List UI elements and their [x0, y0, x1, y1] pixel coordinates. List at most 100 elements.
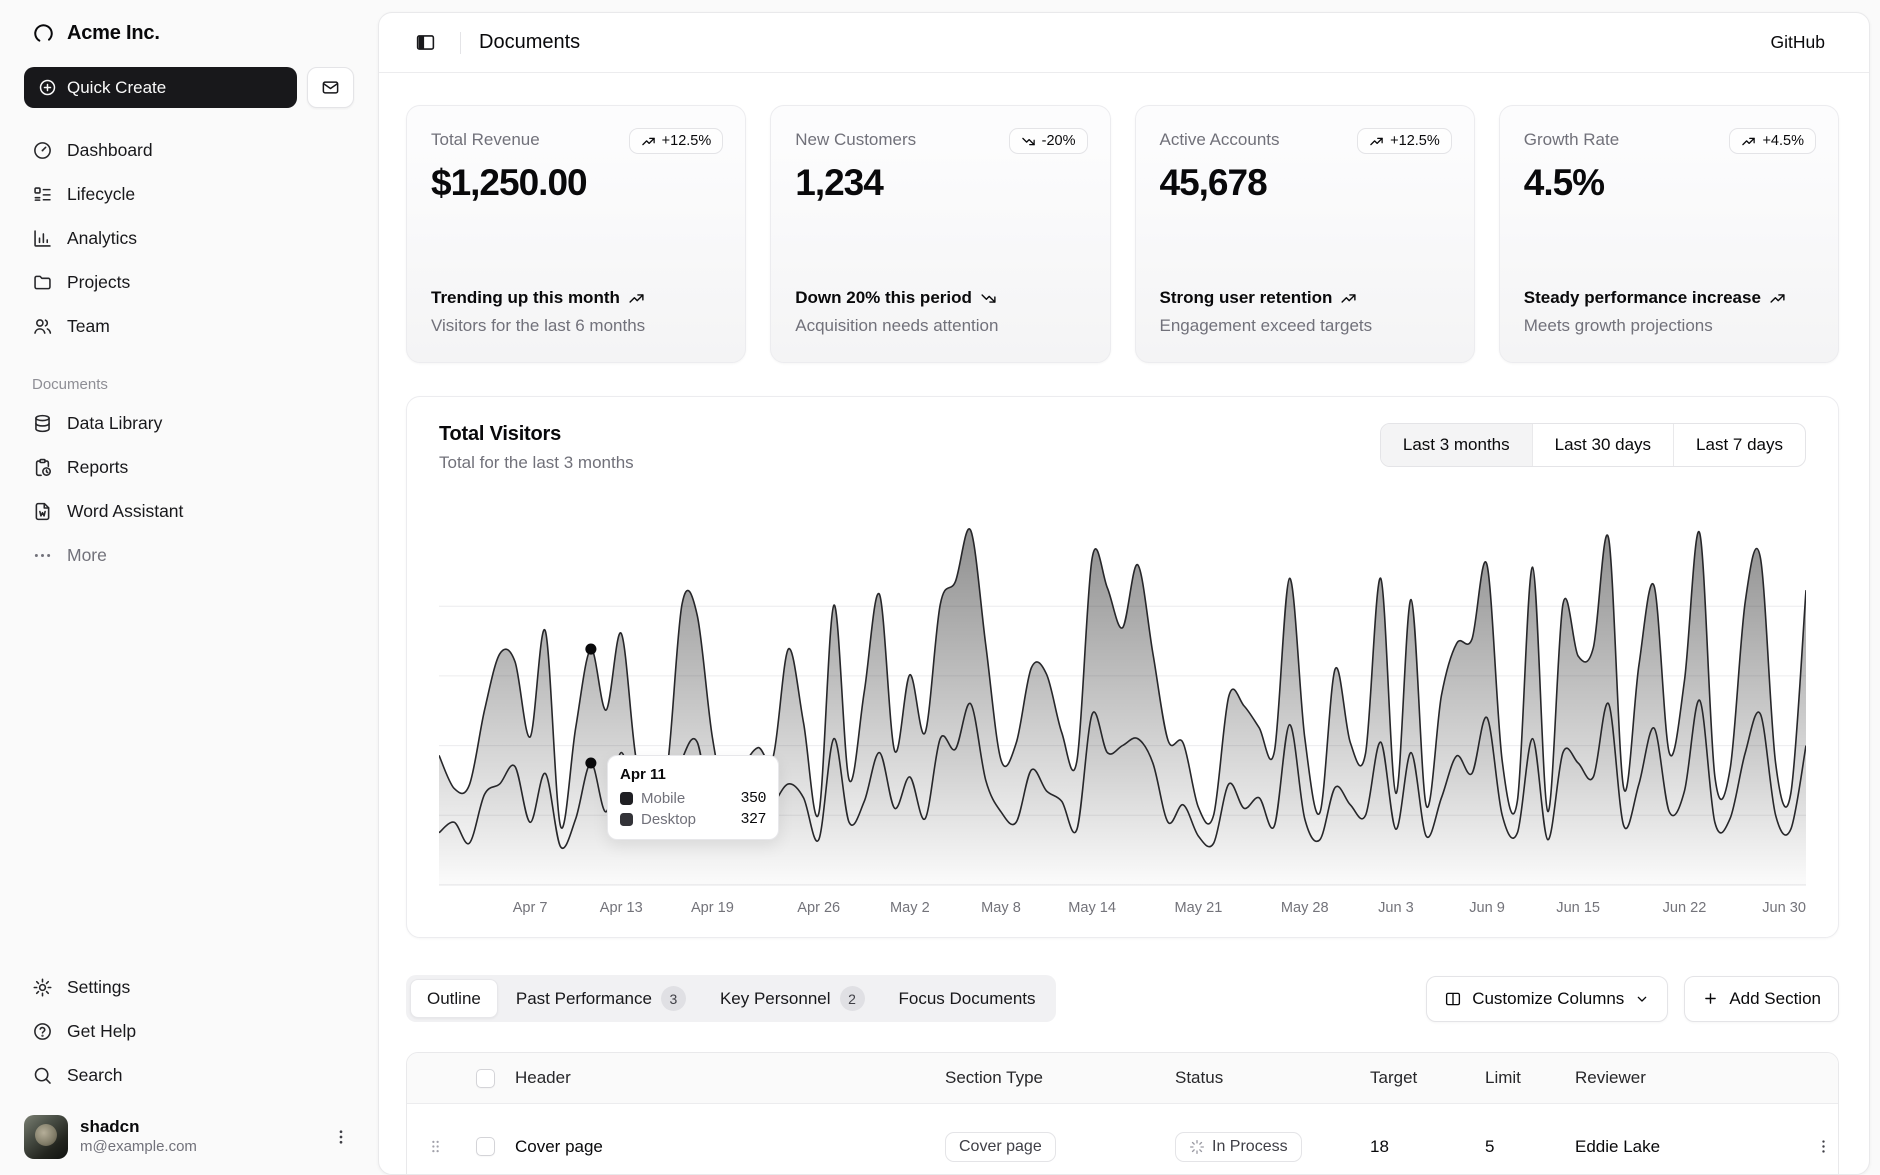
- tab-focus-documents[interactable]: Focus Documents: [883, 979, 1052, 1018]
- trending-down-icon: [1021, 134, 1036, 149]
- gauge-icon: [32, 140, 53, 161]
- table-row: Cover page Cover page In Process 18 5: [407, 1103, 1838, 1174]
- inbox-mail-button[interactable]: [307, 67, 354, 108]
- col-status: Status: [1167, 1068, 1362, 1088]
- file-word-icon: [32, 501, 53, 522]
- main-nav: Dashboard Lifecycle Analytics: [22, 128, 356, 348]
- stat-trend-line: Strong user retention: [1160, 287, 1450, 309]
- page-title: Documents: [479, 31, 580, 54]
- svg-text:Jun 22: Jun 22: [1663, 900, 1707, 916]
- stat-trend-line: Steady performance increase: [1524, 287, 1814, 309]
- stat-card-total-revenue: Total Revenue +12.5% $1,250.00 Trending …: [406, 105, 746, 363]
- sidebar-item-label: Word Assistant: [67, 501, 183, 522]
- trend-badge: -20%: [1009, 128, 1088, 154]
- loader-icon: [1189, 1139, 1205, 1155]
- status-badge: In Process: [1175, 1132, 1302, 1162]
- sidebar-item-label: Team: [67, 316, 110, 337]
- col-header: Header: [507, 1068, 937, 1088]
- panel-left-icon: [415, 32, 436, 53]
- drag-handle-icon[interactable]: [407, 1138, 463, 1155]
- sidebar-item-label: Data Library: [67, 413, 162, 434]
- sidebar-item-search[interactable]: Search: [22, 1053, 356, 1097]
- svg-text:Jun 30: Jun 30: [1762, 900, 1806, 916]
- row-menu-icon[interactable]: [1815, 1138, 1832, 1155]
- row-header-title[interactable]: Cover page: [507, 1137, 937, 1157]
- sidebar-item-label: Reports: [67, 457, 128, 478]
- svg-text:Apr 26: Apr 26: [797, 900, 840, 916]
- svg-text:May 2: May 2: [890, 900, 930, 916]
- sections-table: Header Section Type Status Target Limit …: [406, 1052, 1839, 1174]
- clipboard-clock-icon: [32, 457, 53, 478]
- stats-row: Total Revenue +12.5% $1,250.00 Trending …: [406, 105, 1839, 363]
- customize-columns-button[interactable]: Customize Columns: [1426, 976, 1668, 1022]
- limit-value[interactable]: 5: [1477, 1137, 1567, 1157]
- stat-card-growth-rate: Growth Rate +4.5% 4.5% Steady performanc…: [1499, 105, 1839, 363]
- trending-up-icon: [1741, 134, 1756, 149]
- sidebar-item-label: Projects: [67, 272, 130, 293]
- col-section-type: Section Type: [937, 1068, 1167, 1088]
- sidebar-item-lifecycle[interactable]: Lifecycle: [22, 172, 356, 216]
- app-header[interactable]: Acme Inc.: [22, 14, 356, 53]
- tab-outline[interactable]: Outline: [410, 979, 498, 1018]
- stat-subtext: Visitors for the last 6 months: [431, 316, 721, 336]
- svg-text:Apr 7: Apr 7: [513, 900, 548, 916]
- select-all-checkbox[interactable]: [476, 1069, 495, 1088]
- sidebar-toggle-button[interactable]: [409, 26, 442, 59]
- database-icon: [32, 413, 53, 434]
- sidebar-item-label: Analytics: [67, 228, 137, 249]
- visitors-area-chart[interactable]: Apr 7Apr 13Apr 19Apr 26May 2May 8May 14M…: [439, 497, 1806, 923]
- app-name: Acme Inc.: [67, 22, 160, 45]
- user-kebab-icon[interactable]: [328, 1124, 354, 1150]
- plus-icon: [1702, 990, 1719, 1007]
- desktop-swatch-icon: [620, 813, 633, 826]
- section-type-badge: Cover page: [945, 1132, 1056, 1162]
- sidebar-item-projects[interactable]: Projects: [22, 260, 356, 304]
- svg-text:Jun 9: Jun 9: [1469, 900, 1505, 916]
- gear-icon: [32, 977, 53, 998]
- range-last-3-months[interactable]: Last 3 months: [1381, 424, 1532, 466]
- users-icon: [32, 316, 53, 337]
- topbar: Documents GitHub: [379, 13, 1869, 73]
- tab-key-personnel[interactable]: Key Personnel 2: [704, 979, 881, 1018]
- stat-value: 45,678: [1160, 162, 1450, 204]
- trending-up-icon: [1769, 290, 1786, 307]
- target-value[interactable]: 18: [1362, 1137, 1477, 1157]
- section-tabs: Outline Past Performance 3 Key Personnel…: [406, 975, 1056, 1022]
- svg-text:May 8: May 8: [981, 900, 1021, 916]
- add-section-button[interactable]: Add Section: [1684, 976, 1839, 1022]
- mobile-swatch-icon: [620, 792, 633, 805]
- sidebar-item-team[interactable]: Team: [22, 304, 356, 348]
- reviewer-value[interactable]: Eddie Lake: [1567, 1137, 1807, 1157]
- sidebar-item-label: Get Help: [67, 1021, 136, 1042]
- sidebar-item-get-help[interactable]: Get Help: [22, 1009, 356, 1053]
- sidebar-item-label: More: [67, 545, 107, 566]
- stat-value: $1,250.00: [431, 162, 721, 204]
- sidebar-item-reports[interactable]: Reports: [22, 445, 356, 489]
- range-last-30-days[interactable]: Last 30 days: [1532, 424, 1673, 466]
- sidebar-item-word-assistant[interactable]: Word Assistant: [22, 489, 356, 533]
- range-toggle-group: Last 3 months Last 30 days Last 7 days: [1380, 423, 1806, 467]
- sections-toolbar: Outline Past Performance 3 Key Personnel…: [406, 975, 1839, 1022]
- trend-badge-value: +4.5%: [1762, 133, 1804, 149]
- range-last-7-days[interactable]: Last 7 days: [1673, 424, 1805, 466]
- sidebar-item-more[interactable]: More: [22, 533, 356, 577]
- col-reviewer: Reviewer: [1567, 1068, 1807, 1088]
- quick-create-label: Quick Create: [67, 78, 166, 98]
- sidebar-item-label: Dashboard: [67, 140, 153, 161]
- quick-create-button[interactable]: Quick Create: [24, 67, 297, 108]
- documents-group-label: Documents: [22, 376, 356, 393]
- trend-badge-value: +12.5%: [1390, 133, 1440, 149]
- github-link[interactable]: GitHub: [1771, 32, 1825, 53]
- sidebar-item-settings[interactable]: Settings: [22, 965, 356, 1009]
- user-menu[interactable]: shadcn m@example.com: [22, 1107, 356, 1159]
- sidebar-item-data-library[interactable]: Data Library: [22, 401, 356, 445]
- row-checkbox[interactable]: [476, 1137, 495, 1156]
- stat-subtext: Engagement exceed targets: [1160, 316, 1450, 336]
- sidebar-item-dashboard[interactable]: Dashboard: [22, 128, 356, 172]
- trend-badge-value: -20%: [1042, 133, 1076, 149]
- sidebar-item-analytics[interactable]: Analytics: [22, 216, 356, 260]
- tab-past-performance[interactable]: Past Performance 3: [500, 979, 702, 1018]
- stat-card-new-customers: New Customers -20% 1,234 Down 20% this p…: [770, 105, 1110, 363]
- svg-text:Apr 19: Apr 19: [691, 900, 734, 916]
- trend-badge: +12.5%: [1357, 128, 1452, 154]
